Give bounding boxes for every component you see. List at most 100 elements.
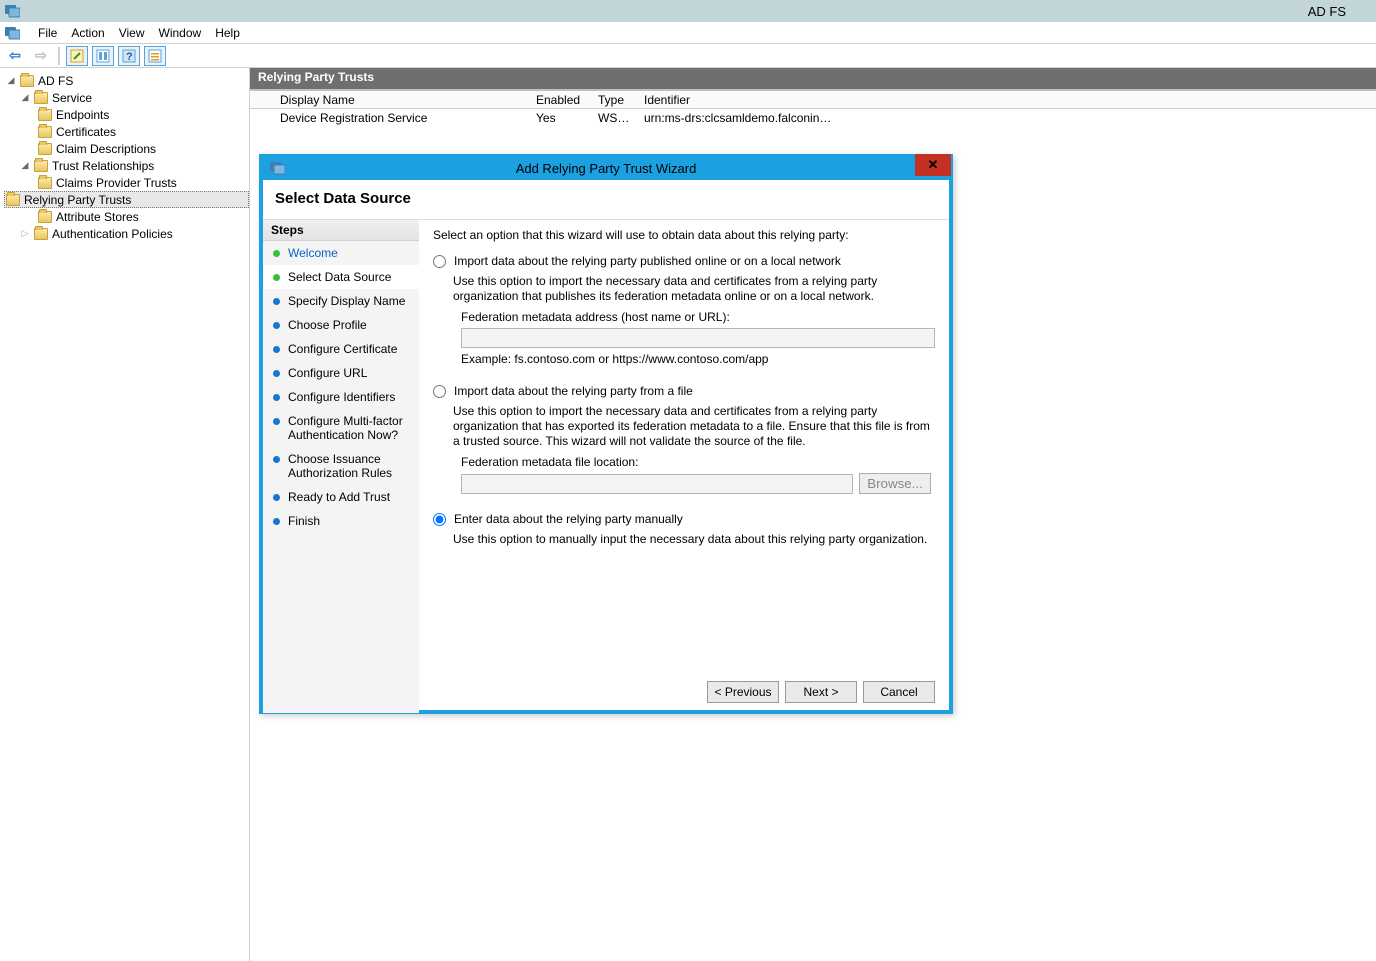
option-label: Import data about the relying party from… <box>454 384 693 398</box>
toolbar-help-button[interactable]: ? <box>118 46 140 66</box>
row-enabled: Yes <box>530 111 592 125</box>
step-profile[interactable]: Choose Profile <box>263 313 419 337</box>
step-identifiers[interactable]: Configure Identifiers <box>263 385 419 409</box>
next-button[interactable]: Next > <box>785 681 857 703</box>
wizard-footer: < Previous Next > Cancel <box>707 681 935 703</box>
tree-auth-policies-label: Authentication Policies <box>52 227 173 241</box>
tree-relying-party[interactable]: Relying Party Trusts <box>4 191 249 208</box>
metadata-url-example: Example: fs.contoso.com or https://www.c… <box>461 352 935 366</box>
option-import-online[interactable]: Import data about the relying party publ… <box>433 254 935 268</box>
tree-root[interactable]: ◢ AD FS <box>4 72 249 89</box>
tree-trust-rel-label: Trust Relationships <box>52 159 154 173</box>
tree-claim-descriptions[interactable]: Claim Descriptions <box>4 140 249 157</box>
folder-icon <box>34 160 48 172</box>
twisty-icon[interactable]: ▷ <box>20 228 30 239</box>
menu-view[interactable]: View <box>119 26 145 40</box>
option-label: Import data about the relying party publ… <box>454 254 841 268</box>
svg-text:?: ? <box>126 51 133 63</box>
folder-icon <box>34 228 48 240</box>
option-manual[interactable]: Enter data about the relying party manua… <box>433 512 935 526</box>
help-icon: ? <box>122 49 136 63</box>
tree-trust-relationships[interactable]: ◢ Trust Relationships <box>4 157 249 174</box>
menu-action[interactable]: Action <box>71 26 104 40</box>
toolbar-list-button[interactable] <box>144 46 166 66</box>
tree-claims-provider[interactable]: Claims Provider Trusts <box>4 174 249 191</box>
folder-icon <box>34 92 48 104</box>
step-mfa[interactable]: Configure Multi-factor Authentication No… <box>263 409 419 447</box>
bullet-icon <box>273 274 280 281</box>
adfs-icon <box>4 3 20 19</box>
row-identifier: urn:ms-drs:clcsamldemo.falconinfosec... <box>638 111 838 125</box>
tree-service[interactable]: ◢ Service <box>4 89 249 106</box>
tree-claims-provider-label: Claims Provider Trusts <box>56 176 177 190</box>
tree-certificates[interactable]: Certificates <box>4 123 249 140</box>
step-finish[interactable]: Finish <box>263 509 419 533</box>
metadata-url-label: Federation metadata address (host name o… <box>461 310 935 324</box>
col-type[interactable]: Type <box>592 93 638 107</box>
previous-button[interactable]: < Previous <box>707 681 779 703</box>
folder-icon <box>38 143 52 155</box>
bullet-icon <box>273 418 280 425</box>
window-title-bar: AD FS <box>0 0 1376 22</box>
bullet-icon <box>273 370 280 377</box>
tree-pane[interactable]: ◢ AD FS ◢ Service Endpoints Certificates… <box>0 68 250 961</box>
adfs-icon <box>4 25 20 41</box>
wizard-title-bar[interactable]: Add Relying Party Trust Wizard ✕ <box>263 156 949 180</box>
window-title: AD FS <box>1308 4 1346 19</box>
folder-icon <box>38 177 52 189</box>
close-icon: ✕ <box>928 157 939 173</box>
metadata-url-input[interactable] <box>461 328 935 348</box>
back-button[interactable]: ⇦ <box>4 46 26 66</box>
table-row[interactable]: Device Registration Service Yes WS-T... … <box>250 109 1376 127</box>
step-url[interactable]: Configure URL <box>263 361 419 385</box>
forward-button: ⇨ <box>30 46 52 66</box>
col-enabled[interactable]: Enabled <box>530 93 592 107</box>
twisty-icon[interactable]: ◢ <box>20 160 30 171</box>
step-display-name[interactable]: Specify Display Name <box>263 289 419 313</box>
browse-button[interactable]: Browse... <box>859 473 931 494</box>
toolbar-divider <box>58 47 60 65</box>
option-desc: Use this option to import the necessary … <box>453 274 935 304</box>
tree-endpoints[interactable]: Endpoints <box>4 106 249 123</box>
bullet-icon <box>273 298 280 305</box>
main-split: ◢ AD FS ◢ Service Endpoints Certificates… <box>0 68 1376 961</box>
step-select-data-source[interactable]: Select Data Source <box>263 265 419 289</box>
radio-import-online[interactable] <box>433 255 446 268</box>
cancel-button[interactable]: Cancel <box>863 681 935 703</box>
menu-window[interactable]: Window <box>159 26 202 40</box>
tree-claim-desc-label: Claim Descriptions <box>56 142 156 156</box>
step-ready[interactable]: Ready to Add Trust <box>263 485 419 509</box>
tree-attribute-stores[interactable]: Attribute Stores <box>4 208 249 225</box>
metadata-file-input[interactable] <box>461 474 853 494</box>
tree-auth-policies[interactable]: ▷ Authentication Policies <box>4 225 249 242</box>
twisty-icon[interactable]: ◢ <box>20 92 30 103</box>
col-identifier[interactable]: Identifier <box>638 93 838 107</box>
radio-manual[interactable] <box>433 513 446 526</box>
menu-file[interactable]: File <box>38 26 57 40</box>
option-import-file[interactable]: Import data about the relying party from… <box>433 384 935 398</box>
panel-header: Relying Party Trusts <box>250 68 1376 89</box>
col-display[interactable]: Display Name <box>274 93 530 107</box>
menu-help[interactable]: Help <box>215 26 240 40</box>
step-certificate[interactable]: Configure Certificate <box>263 337 419 361</box>
twisty-icon[interactable]: ◢ <box>6 75 16 86</box>
radio-import-file[interactable] <box>433 385 446 398</box>
tree-service-label: Service <box>52 91 92 105</box>
step-issuance[interactable]: Choose Issuance Authorization Rules <box>263 447 419 485</box>
menu-bar: File Action View Window Help <box>0 22 1376 44</box>
folder-icon <box>38 211 52 223</box>
option-desc: Use this option to manually input the ne… <box>453 532 935 547</box>
wizard-title: Add Relying Party Trust Wizard <box>516 161 697 176</box>
toolbar-properties-button[interactable] <box>92 46 114 66</box>
properties-icon <box>96 49 110 63</box>
close-button[interactable]: ✕ <box>915 154 951 176</box>
step-welcome[interactable]: Welcome <box>263 241 419 265</box>
folder-icon <box>6 194 20 206</box>
steps-title: Steps <box>263 220 419 241</box>
tool-bar: ⇦ ⇨ ? <box>0 44 1376 68</box>
bullet-icon <box>273 394 280 401</box>
toolbar-refresh-button[interactable] <box>66 46 88 66</box>
folder-icon <box>20 75 34 87</box>
tree-certificates-label: Certificates <box>56 125 116 139</box>
bullet-icon <box>273 346 280 353</box>
